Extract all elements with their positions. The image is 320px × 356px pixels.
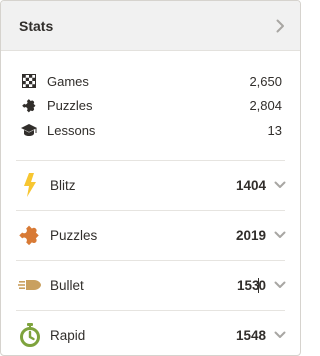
puzzle-piece-icon (18, 223, 42, 247)
chevron-down-icon[interactable] (274, 330, 286, 340)
rating-label: Rapid (50, 327, 86, 343)
rating-value-part: 153 (236, 277, 260, 293)
rating-label: Blitz (50, 177, 76, 193)
graduation-cap-icon (19, 122, 39, 138)
rating-label: Puzzles (50, 227, 98, 243)
rating-row-puzzles[interactable]: Puzzles 2019 (1, 211, 300, 260)
rating-value: 2019 (235, 227, 266, 243)
stats-card: Stats Games 2,650 Puzzles 2,804 Lessons … (0, 0, 301, 356)
summary-row-lessons: Lessons 13 (19, 118, 282, 143)
summary-row-games: Games 2,650 (19, 69, 282, 94)
rating-row-blitz[interactable]: Blitz 1404 (1, 161, 300, 210)
summary-value: 2,804 (249, 98, 282, 114)
stats-header[interactable]: Stats (1, 1, 300, 51)
bullet-icon (18, 273, 42, 297)
summary-value: 13 (267, 122, 282, 138)
rating-row-bullet[interactable]: Bullet 1530 (1, 261, 300, 310)
rating-label: Bullet (50, 277, 84, 293)
chevron-down-icon[interactable] (274, 230, 286, 240)
rating-value: 1530 (236, 277, 266, 293)
rating-row-rapid[interactable]: Rapid 1548 (1, 311, 300, 356)
summary-label: Games (47, 73, 89, 89)
stats-title: Stats (19, 17, 54, 34)
summary-row-puzzles: Puzzles 2,804 (19, 94, 282, 119)
rating-value: 1404 (235, 177, 266, 193)
stopwatch-icon (18, 323, 42, 347)
lightning-icon (18, 173, 42, 197)
summary-value: 2,650 (249, 73, 282, 89)
chevron-down-icon[interactable] (274, 180, 286, 190)
rating-value-part: 0 (258, 277, 266, 293)
summary-label: Lessons (47, 122, 96, 138)
rating-value: 1548 (235, 327, 266, 343)
summary-label: Puzzles (47, 98, 93, 114)
chevron-down-icon[interactable] (274, 280, 286, 290)
chevron-right-icon[interactable] (274, 19, 286, 33)
puzzle-piece-icon (19, 98, 39, 114)
summary-list: Games 2,650 Puzzles 2,804 Lessons 13 (1, 51, 300, 143)
chessboard-icon (19, 73, 39, 89)
